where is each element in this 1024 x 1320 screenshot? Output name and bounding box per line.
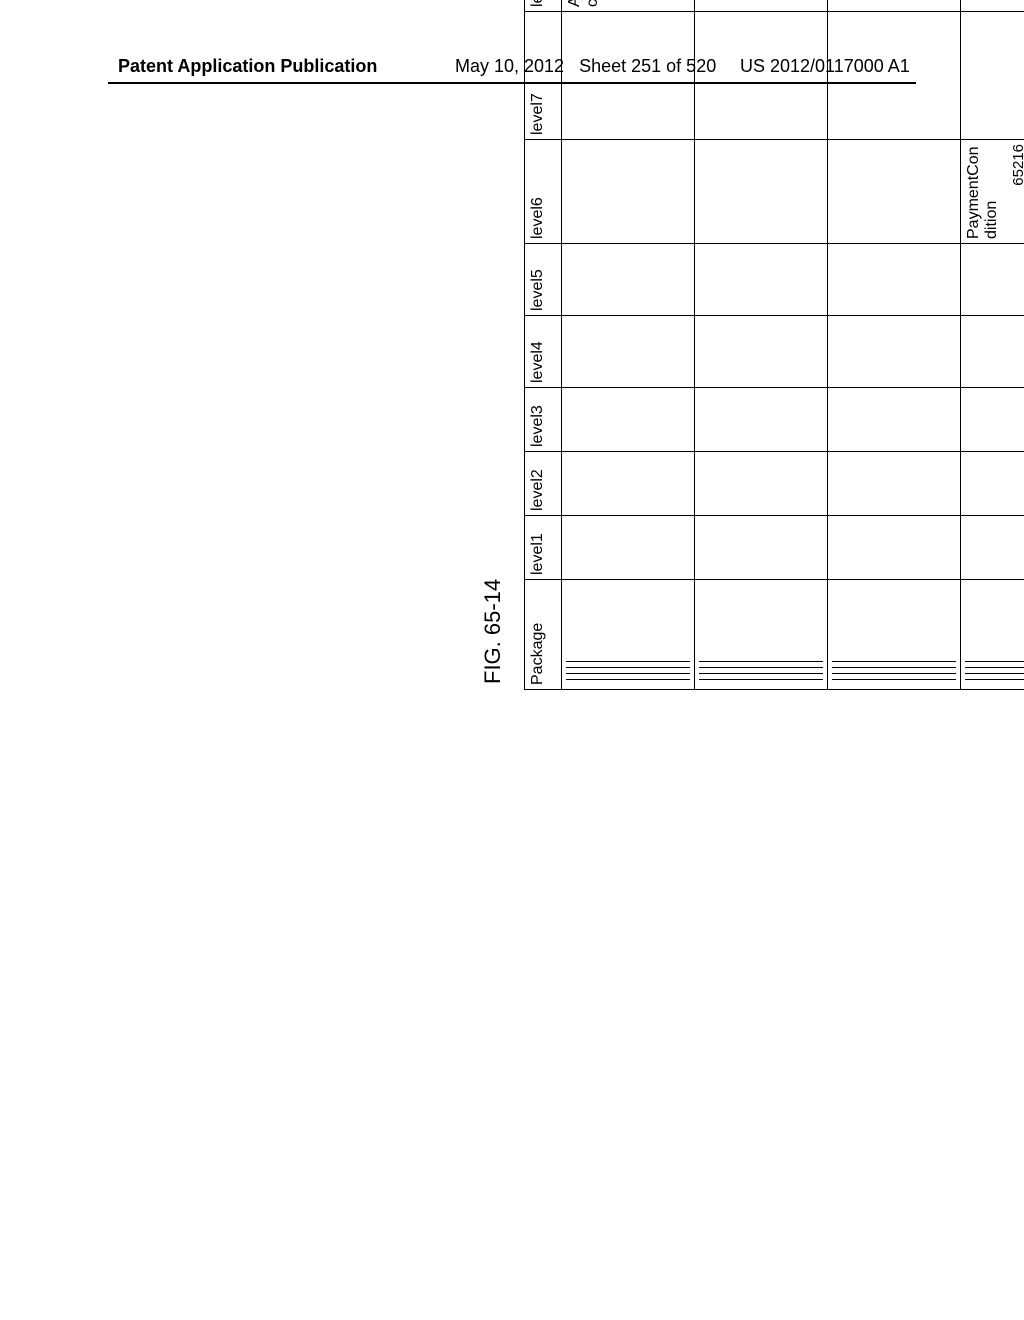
col-level4: level4 [525,316,562,388]
cell [961,316,1024,388]
col-level2: level2 [525,452,562,516]
cell-ref: 65210 [611,0,628,7]
table-row: Amount 65212 [695,0,828,690]
cell [695,316,828,388]
cell-label: AmountSpecification [566,0,603,7]
cell-ref: 65216 [1010,144,1024,239]
table-header-row: Package level1 level2 level3 level4 leve… [525,0,562,690]
cell [562,388,695,452]
cell [828,0,961,12]
cell [961,516,1024,580]
cell [695,244,828,316]
col-level3: level3 [525,388,562,452]
cell-package [562,580,695,690]
cell [695,516,828,580]
cell [695,452,828,516]
cell [961,0,1024,12]
cell-package [828,580,961,690]
cell [562,516,695,580]
hierarchy-table: Package level1 level2 level3 level4 leve… [524,0,1024,690]
table-row: AmountSpecification 65210 [562,0,695,690]
cell [695,140,828,244]
table-row: PaymentCondition 65216 [961,0,1024,690]
cell [695,12,828,140]
col-level6: level6 [525,140,562,244]
table-row: Percent 65214 [828,0,961,690]
cell [562,12,695,140]
col-package: Package [525,580,562,690]
cell [961,244,1024,316]
cell-label: PaymentCondition [965,144,1002,239]
header-publication: Patent Application Publication [118,56,377,77]
cell-package [961,580,1024,690]
cell [562,244,695,316]
cell [828,316,961,388]
cell [695,0,828,12]
cell [562,452,695,516]
cell-level8: AmountSpecification 65210 [562,0,695,12]
cell-package [695,580,828,690]
cell [828,516,961,580]
figure-title: FIG. 65-14 [480,0,506,684]
cell [562,316,695,388]
col-level7: level7 [525,12,562,140]
cell [562,140,695,244]
col-level8: level8 [525,0,562,12]
cell [828,140,961,244]
cell [961,12,1024,140]
figure-rotated-container: FIG. 65-14 Package level1 level2 level3 … [480,0,1024,690]
cell [695,388,828,452]
cell [828,388,961,452]
cell [828,452,961,516]
col-level5: level5 [525,244,562,316]
cell-level6: PaymentCondition 65216 [961,140,1024,244]
col-level1: level1 [525,516,562,580]
cell [828,244,961,316]
cell [828,12,961,140]
cell [961,452,1024,516]
cell [961,388,1024,452]
